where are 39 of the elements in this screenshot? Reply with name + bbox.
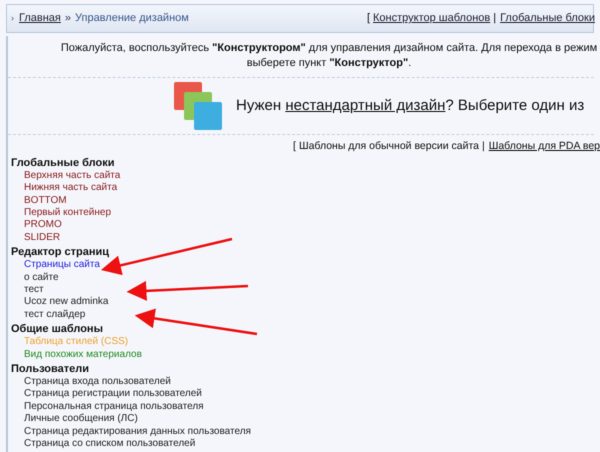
template-item-link[interactable]: Страница редактирования данных пользователя bbox=[24, 426, 251, 437]
template-item-link[interactable]: тест слайдер bbox=[24, 308, 86, 320]
template-item-link[interactable]: PROMO bbox=[24, 219, 62, 230]
breadcrumb-marker: › bbox=[11, 12, 14, 25]
template-item-link[interactable]: Страница входа пользователей bbox=[24, 376, 171, 388]
template-item-link[interactable]: BOTTOM bbox=[24, 194, 67, 206]
intro-text: выберете пункт "Конструктор". bbox=[246, 56, 412, 71]
template-item-link[interactable]: Первый контейнер bbox=[24, 206, 112, 218]
link-separator: | bbox=[493, 11, 496, 26]
section-title: Пользователи bbox=[11, 363, 90, 376]
current-page: Управление дизайном bbox=[75, 11, 189, 26]
template-item-link[interactable]: тест bbox=[24, 284, 44, 295]
bracket-text: [ bbox=[366, 11, 370, 26]
template-item-link[interactable]: Ucoz new adminka bbox=[24, 296, 108, 308]
bracket-text: [ bbox=[293, 139, 296, 154]
template-item-link[interactable]: Страница со списком пользователей bbox=[24, 438, 196, 450]
template-item-link[interactable]: о сайте bbox=[24, 272, 59, 283]
custom-design-link[interactable]: нестандартный дизайн bbox=[285, 96, 446, 114]
link-separator: | bbox=[482, 139, 485, 154]
header-link[interactable]: Глобальные блоки bbox=[500, 10, 595, 27]
template-item-link[interactable]: Личные сообщения (ЛС) bbox=[24, 413, 138, 424]
breadcrumb-separator: » bbox=[64, 11, 71, 26]
template-item-link[interactable]: SLIDER bbox=[24, 232, 60, 243]
template-item-link[interactable]: Страницы сайта bbox=[24, 259, 100, 270]
template-item-link[interactable]: Страница регистрации пользователей bbox=[24, 388, 202, 400]
template-item-link[interactable]: Вид похожих материалов bbox=[24, 348, 142, 360]
template-item-link[interactable]: Нижняя часть сайта bbox=[24, 182, 118, 194]
template-link[interactable]: Шаблоны для PDA вер bbox=[488, 139, 600, 155]
header-link[interactable]: Конструктор шаблонов bbox=[373, 10, 490, 27]
intro-text: Пожалуйста, воспользуйтесь "Конструктором" для управления дизайном сайта. Для перехода в режим bbox=[60, 41, 598, 56]
template-item-link[interactable]: Верхняя часть сайта bbox=[24, 170, 120, 181]
template-link[interactable]: Шаблоны для обычной версии сайта bbox=[298, 139, 479, 155]
banner-text: Нужен нестандартный дизайн? Выберите один из bbox=[236, 96, 584, 116]
section-title: Глобальные блоки bbox=[11, 156, 116, 170]
section-title: Редактор страниц bbox=[11, 246, 110, 260]
stacked-squares-icon bbox=[174, 82, 224, 130]
section-title: Общие шаблоны bbox=[11, 323, 104, 336]
home-link[interactable]: Главная bbox=[19, 10, 61, 27]
template-item-link[interactable]: Персональная страница пользователя bbox=[24, 400, 204, 412]
